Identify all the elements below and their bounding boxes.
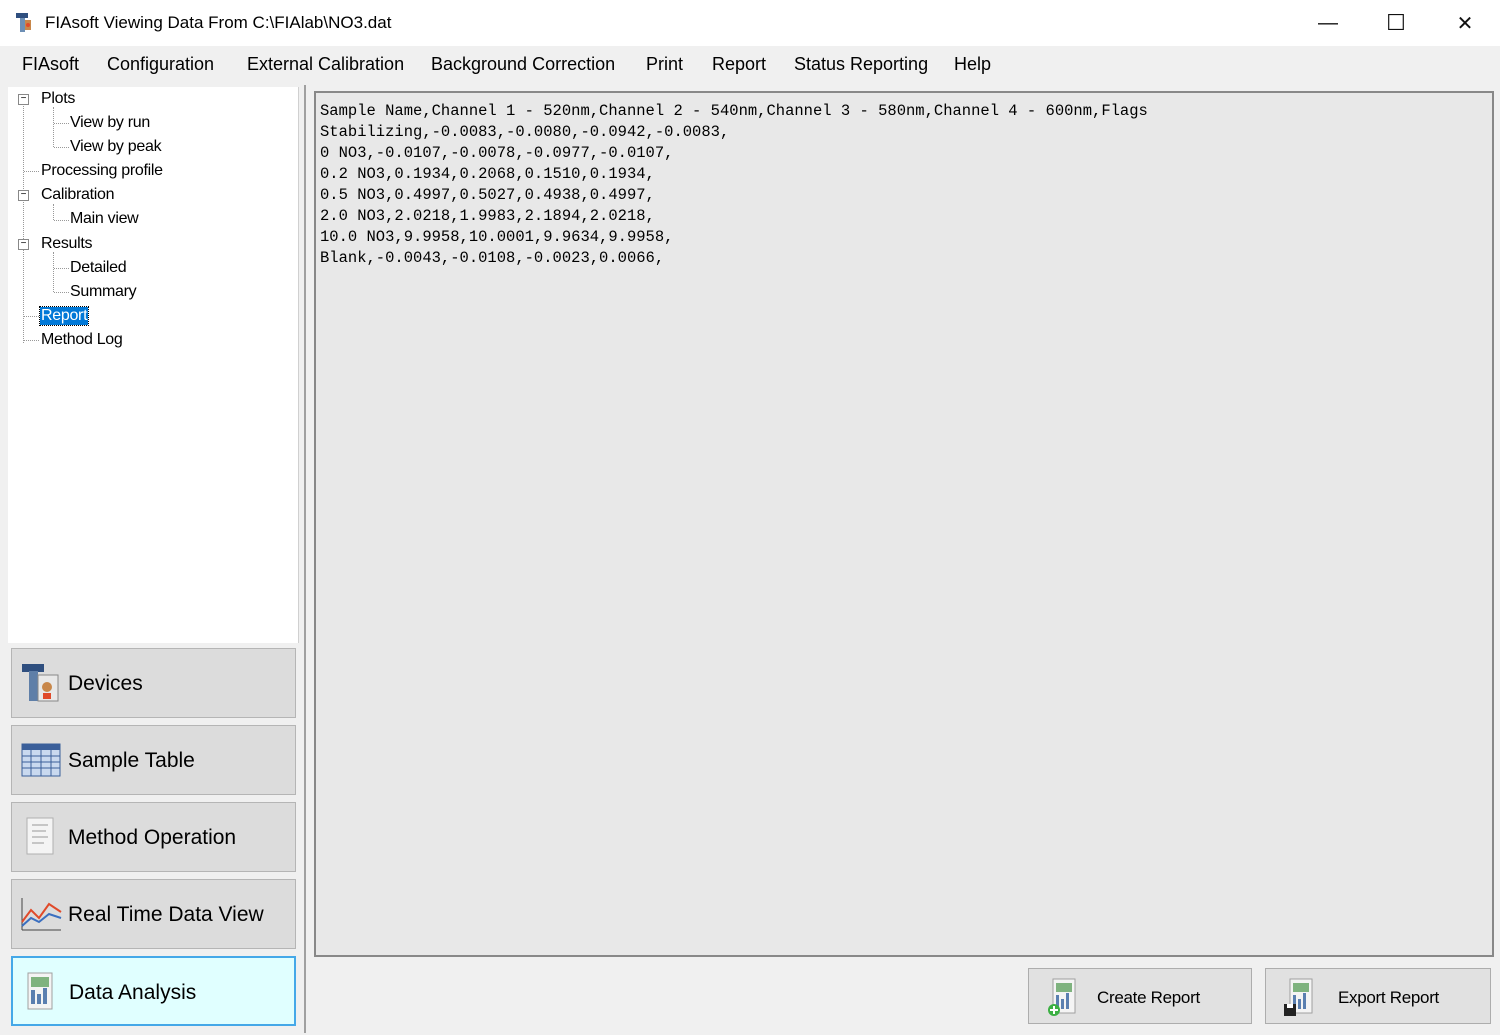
document-list-icon — [26, 817, 54, 855]
tree-item-view-by-peak[interactable]: View by peak — [70, 138, 162, 156]
menu-bar: FIAsoft Configuration External Calibrati… — [0, 46, 1500, 84]
create-report-button[interactable]: Create Report — [1028, 968, 1252, 1024]
menu-configuration[interactable]: Configuration — [107, 54, 214, 75]
report-line: 10.0 NO3,9.9958,10.0001,9.9634,9.9958, — [320, 228, 674, 246]
fiasoft-app-icon — [16, 13, 31, 32]
tree-connector — [53, 252, 54, 292]
report-line: Stabilizing,-0.0083,-0.0080,-0.0942,-0.0… — [320, 123, 730, 141]
export-report-icon — [1284, 978, 1313, 1016]
nav-data-analysis-label: Data Analysis — [69, 981, 197, 1004]
menu-print[interactable]: Print — [646, 54, 683, 75]
tree-item-detailed[interactable]: Detailed — [70, 259, 127, 277]
collapse-calibration-icon[interactable]: − — [18, 190, 29, 201]
table-grid-icon — [21, 743, 61, 777]
title-bar: FIAsoft Viewing Data From C:\FIAlab\NO3.… — [0, 0, 1500, 46]
minimize-button[interactable]: — — [1294, 0, 1362, 46]
menu-background-correction[interactable]: Background Correction — [431, 54, 615, 75]
navigation-tree: − Plots View by run View by peak Process… — [8, 87, 299, 643]
tree-item-results[interactable]: Results — [41, 235, 93, 253]
menu-fiasoft[interactable]: FIAsoft — [22, 54, 79, 75]
maximize-button[interactable]: ☐ — [1362, 0, 1430, 46]
nav-devices-label: Devices — [68, 672, 143, 695]
tree-connector — [54, 147, 69, 148]
report-text-area[interactable]: Sample Name,Channel 1 - 520nm,Channel 2 … — [314, 91, 1494, 957]
data-analysis-icon — [27, 972, 53, 1010]
tree-item-view-by-run[interactable]: View by run — [70, 114, 150, 132]
close-button[interactable]: ✕ — [1431, 0, 1499, 46]
tree-item-plots[interactable]: Plots — [41, 90, 75, 108]
collapse-results-icon[interactable]: − — [18, 239, 29, 250]
export-report-label: Export Report — [1338, 988, 1439, 1007]
nav-data-analysis-button[interactable]: Data Analysis — [11, 956, 296, 1026]
nav-real-time-data-view-label: Real Time Data View — [68, 903, 264, 926]
report-line: Blank,-0.0043,-0.0108,-0.0023,0.0066, — [320, 249, 665, 267]
report-line: 0.2 NO3,0.1934,0.2068,0.1510,0.1934, — [320, 165, 655, 183]
devices-icon — [22, 664, 59, 702]
tree-item-summary[interactable]: Summary — [70, 283, 137, 301]
report-line: Sample Name,Channel 1 - 520nm,Channel 2 … — [320, 102, 1148, 120]
nav-devices-button[interactable]: Devices — [11, 648, 296, 718]
menu-report[interactable]: Report — [712, 54, 766, 75]
create-report-label: Create Report — [1097, 988, 1200, 1007]
tree-item-main-view[interactable]: Main view — [70, 210, 139, 228]
line-chart-icon — [21, 898, 62, 931]
nav-real-time-data-view-button[interactable]: Real Time Data View — [11, 879, 296, 949]
tree-connector — [54, 220, 69, 221]
tree-connector — [54, 292, 69, 293]
collapse-plots-icon[interactable]: − — [18, 94, 29, 105]
report-line: 2.0 NO3,2.0218,1.9983,2.1894,2.0218, — [320, 207, 655, 225]
tree-connector — [24, 171, 39, 172]
tree-connector — [24, 316, 39, 317]
menu-status-reporting[interactable]: Status Reporting — [794, 54, 928, 75]
menu-help[interactable]: Help — [954, 54, 991, 75]
tree-item-method-log[interactable]: Method Log — [41, 331, 123, 349]
nav-method-operation-label: Method Operation — [68, 826, 237, 849]
report-panel: Sample Name,Channel 1 - 520nm,Channel 2 … — [304, 85, 1500, 1033]
export-report-button[interactable]: Export Report — [1265, 968, 1491, 1024]
tree-connector — [54, 268, 69, 269]
create-report-icon — [1048, 978, 1076, 1016]
nav-sample-table-label: Sample Table — [68, 749, 195, 772]
left-panel: − Plots View by run View by peak Process… — [4, 85, 299, 1033]
tree-item-report[interactable]: Report — [38, 306, 90, 326]
report-line: 0 NO3,-0.0107,-0.0078,-0.0977,-0.0107, — [320, 144, 674, 162]
tree-connector — [54, 123, 69, 124]
tree-item-calibration[interactable]: Calibration — [41, 186, 114, 204]
tree-connector — [24, 340, 39, 341]
nav-sample-table-button[interactable]: Sample Table — [11, 725, 296, 795]
tree-connector — [53, 204, 54, 220]
report-line: 0.5 NO3,0.4997,0.5027,0.4938,0.4997, — [320, 186, 655, 204]
window-title: FIAsoft Viewing Data From C:\FIAlab\NO3.… — [45, 13, 392, 32]
menu-external-calibration[interactable]: External Calibration — [247, 54, 404, 75]
tree-connector — [53, 107, 54, 147]
nav-method-operation-button[interactable]: Method Operation — [11, 802, 296, 872]
tree-connector — [23, 103, 24, 343]
tree-item-processing-profile[interactable]: Processing profile — [41, 162, 163, 180]
